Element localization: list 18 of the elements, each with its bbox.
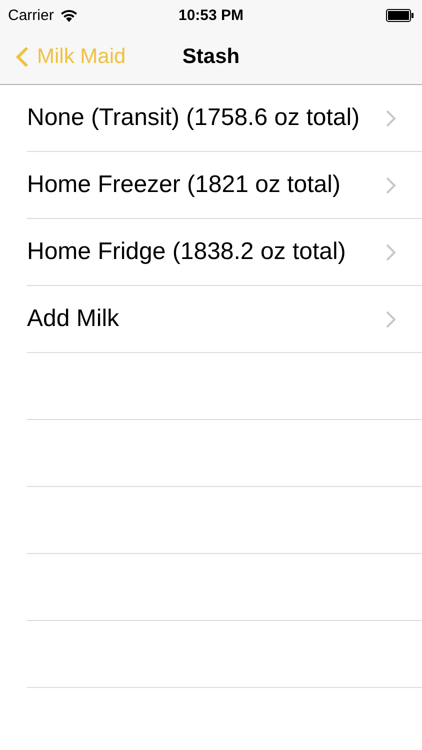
chevron-icon: [386, 110, 396, 126]
row-label: Add Milk: [27, 305, 120, 333]
nav-title: Stash: [182, 45, 240, 69]
carrier-name: Carrier: [8, 6, 54, 24]
chevron-icon: [386, 244, 396, 260]
status-time: 10:53 PM: [178, 6, 244, 24]
list-row[interactable]: Add Milk: [27, 286, 422, 353]
list-row[interactable]: Home Freezer (1821 oz total): [27, 152, 422, 219]
battery-icon: [386, 8, 414, 22]
chevron-icon: [386, 176, 396, 194]
back-chevron-icon: [16, 46, 29, 68]
list-row[interactable]: None (Transit) (1758.6 oz total): [27, 85, 422, 152]
row-label: Home Freezer (1821 oz total): [27, 171, 340, 199]
wifi-icon: [60, 8, 78, 22]
chevron-icon: [386, 310, 396, 328]
row-label: Home Fridge (1838.2 oz total): [27, 238, 346, 266]
list-row[interactable]: Home Fridge (1838.2 oz total): [27, 219, 422, 286]
row-label: None (Transit) (1758.6 oz total): [27, 104, 360, 132]
